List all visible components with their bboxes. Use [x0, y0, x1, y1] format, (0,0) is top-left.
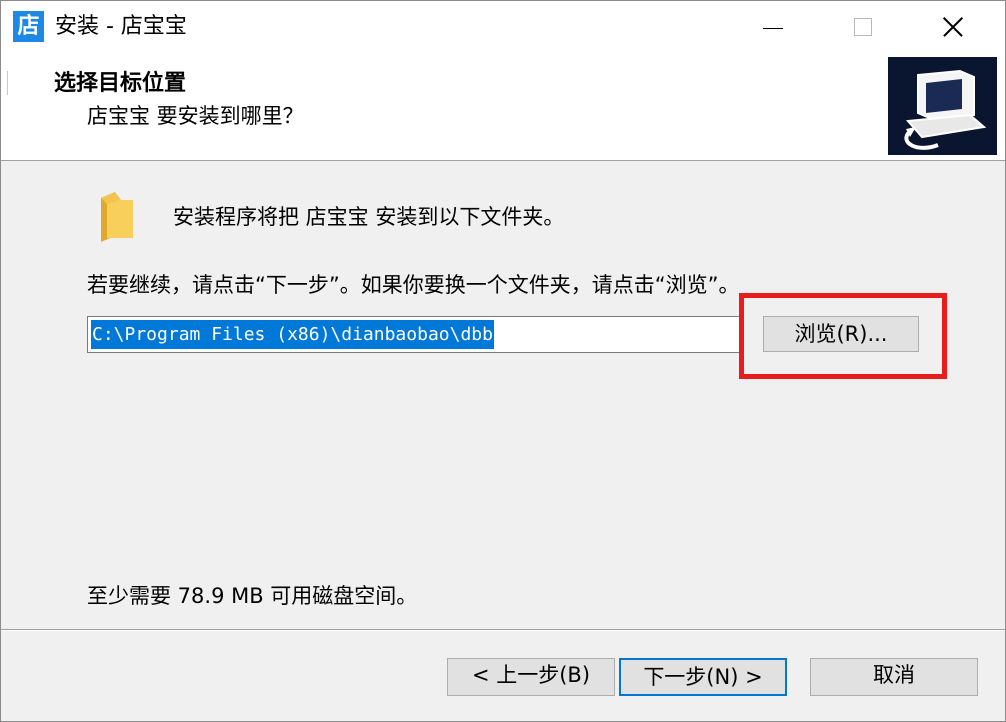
wizard-header: 选择目标位置 店宝宝 要安装到哪里？ [1, 53, 1005, 161]
close-icon [941, 15, 965, 39]
install-folder-message: 安装程序将把 店宝宝 安装到以下文件夹。 [173, 205, 565, 229]
installer-window: 店 安装 - 店宝宝 选择目标位置 店宝宝 要安装到哪里？ 安装程序将把 店宝宝… [0, 0, 1006, 722]
maximize-button[interactable] [831, 1, 895, 53]
window-title: 安装 - 店宝宝 [55, 14, 187, 39]
cancel-button[interactable]: 取消 [810, 658, 978, 696]
continue-instructions: 若要继续，请点击“下一步”。如果你要换一个文件夹，请点击“浏览”。 [87, 273, 740, 297]
folder-icon [97, 190, 135, 244]
disk-space-requirement: 至少需要 78.9 MB 可用磁盘空间。 [87, 584, 418, 608]
app-icon: 店 [13, 11, 44, 42]
install-path-value: C:\Program Files (x86)\dianbaobao\dbb [91, 320, 494, 349]
back-button[interactable]: < 上一步(B) [447, 658, 615, 696]
footer-divider [1, 629, 1005, 631]
annotation-highlight-box [739, 293, 947, 379]
minimize-button[interactable] [741, 1, 805, 53]
install-computer-icon-graphic [888, 57, 997, 155]
install-computer-icon [888, 57, 997, 155]
next-button[interactable]: 下一步(N) > [619, 658, 787, 696]
page-subtitle: 店宝宝 要安装到哪里？ [87, 104, 304, 128]
page-title: 选择目标位置 [54, 71, 187, 96]
minimize-icon [763, 27, 783, 29]
maximize-icon [854, 18, 872, 36]
title-bar[interactable]: 店 安装 - 店宝宝 [1, 1, 1005, 53]
close-button[interactable] [921, 1, 985, 53]
header-edge-mark [1, 71, 8, 95]
install-path-input[interactable]: C:\Program Files (x86)\dianbaobao\dbb [87, 316, 741, 353]
